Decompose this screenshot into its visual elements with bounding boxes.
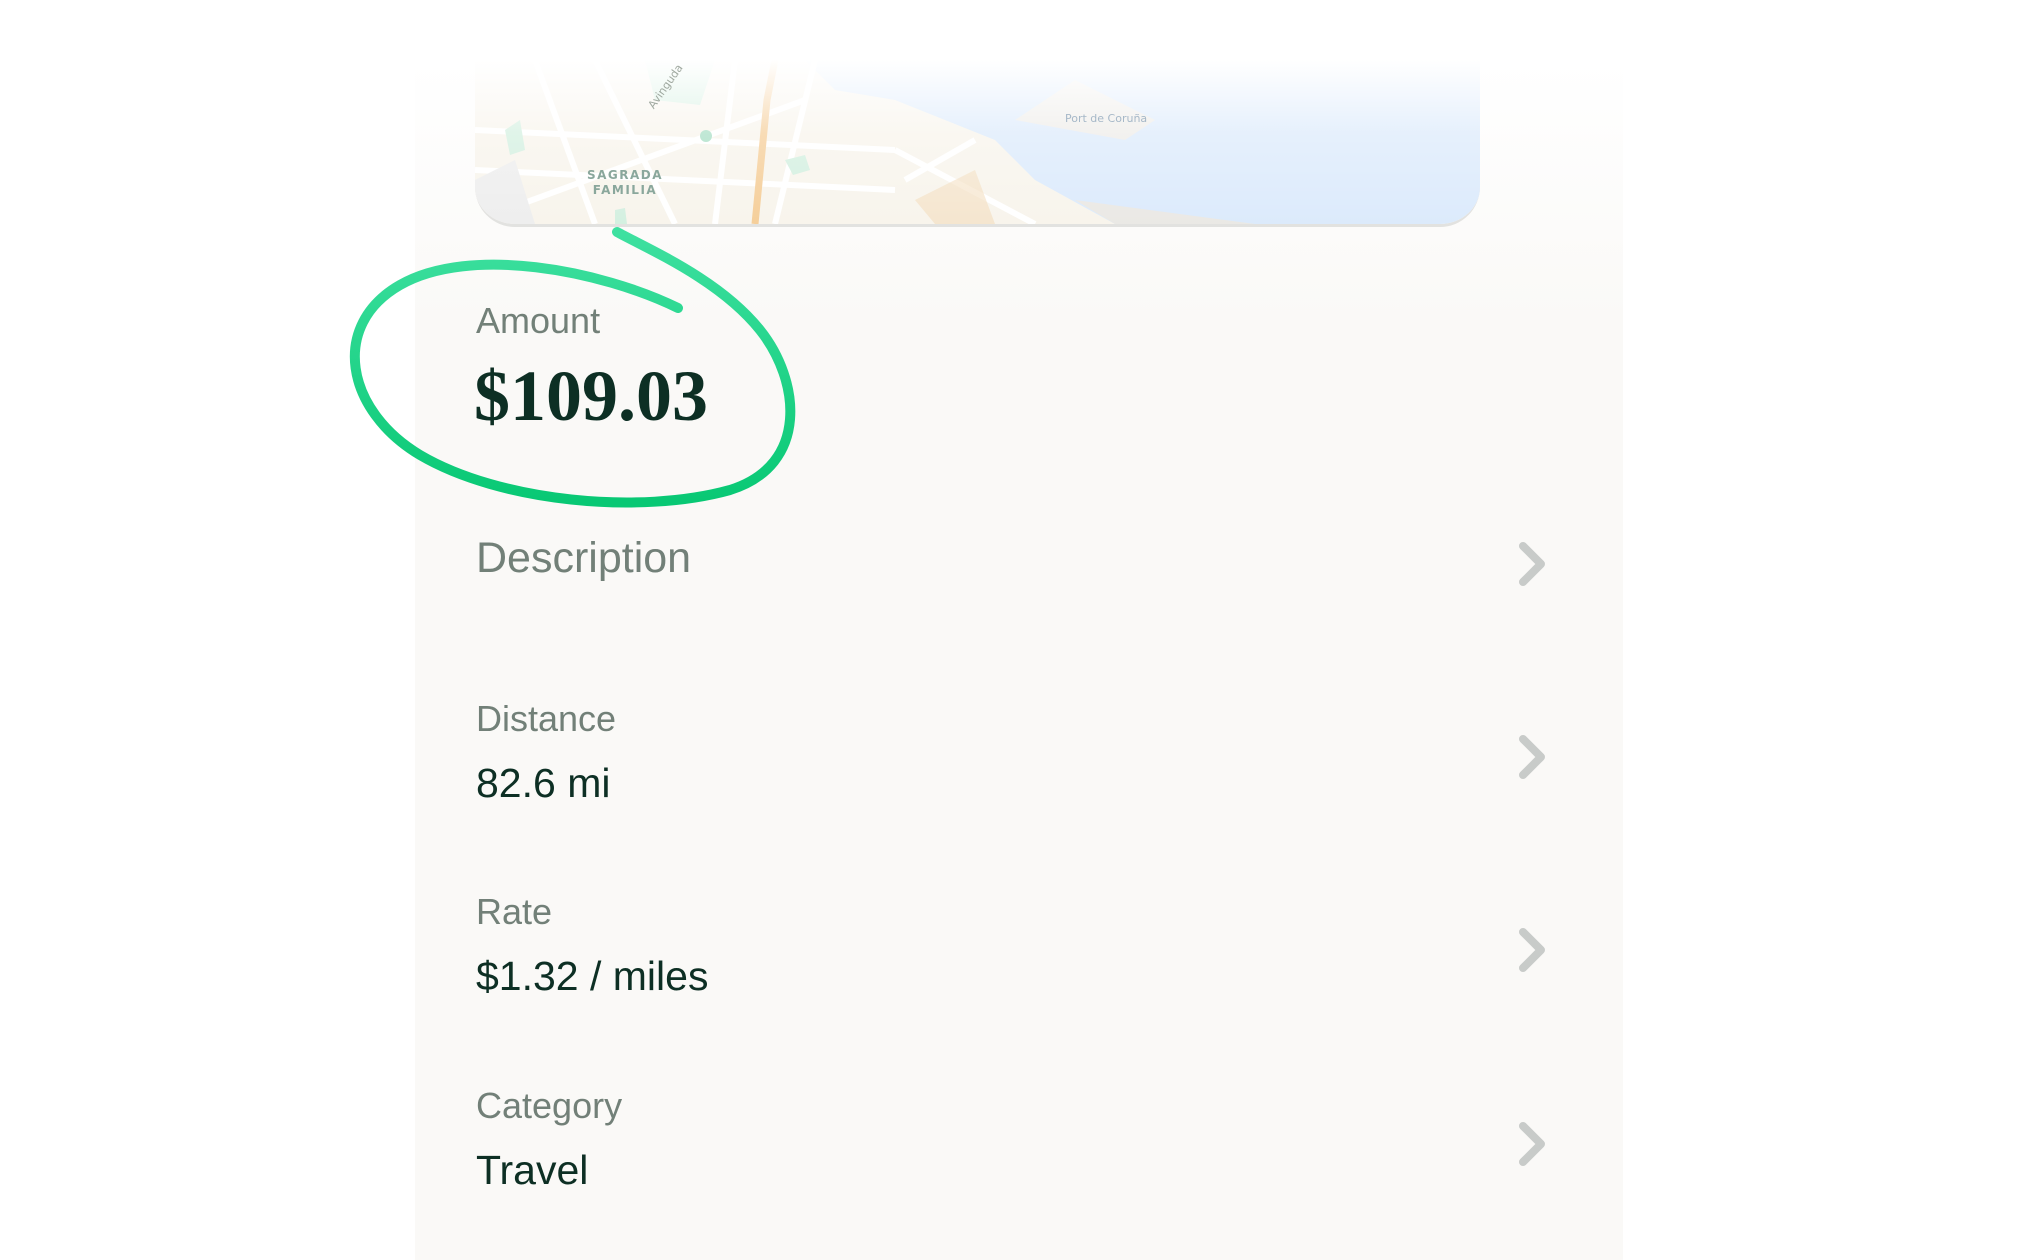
chevron-right-icon[interactable]	[1516, 540, 1550, 588]
amount-value: $109.03	[474, 356, 708, 436]
distance-value[interactable]: 82.6 mi	[476, 760, 610, 807]
chevron-right-icon[interactable]	[1516, 926, 1550, 974]
map-district-label-line1: SAGRADA	[586, 168, 664, 182]
category-label: Category	[476, 1085, 623, 1126]
rate-value[interactable]: $1.32 / miles	[476, 953, 708, 1000]
rate-label: Rate	[476, 891, 553, 932]
chevron-right-icon[interactable]	[1516, 733, 1550, 781]
map-port-label: Port de Coruña	[1065, 112, 1148, 125]
distance-label: Distance	[476, 698, 617, 739]
amount-label: Amount	[476, 300, 601, 341]
map-fade-overlay	[475, 60, 1480, 224]
map-district-label-line2: FAMILIA	[592, 183, 658, 197]
route-map[interactable]: SAGRADA FAMILIA Port de Coruña Avinguda	[475, 60, 1480, 227]
chevron-right-icon[interactable]	[1516, 1120, 1550, 1168]
category-value[interactable]: Travel	[476, 1147, 588, 1194]
map-district-label: SAGRADA FAMILIA	[570, 168, 680, 198]
description-row[interactable]: Description	[476, 534, 691, 583]
